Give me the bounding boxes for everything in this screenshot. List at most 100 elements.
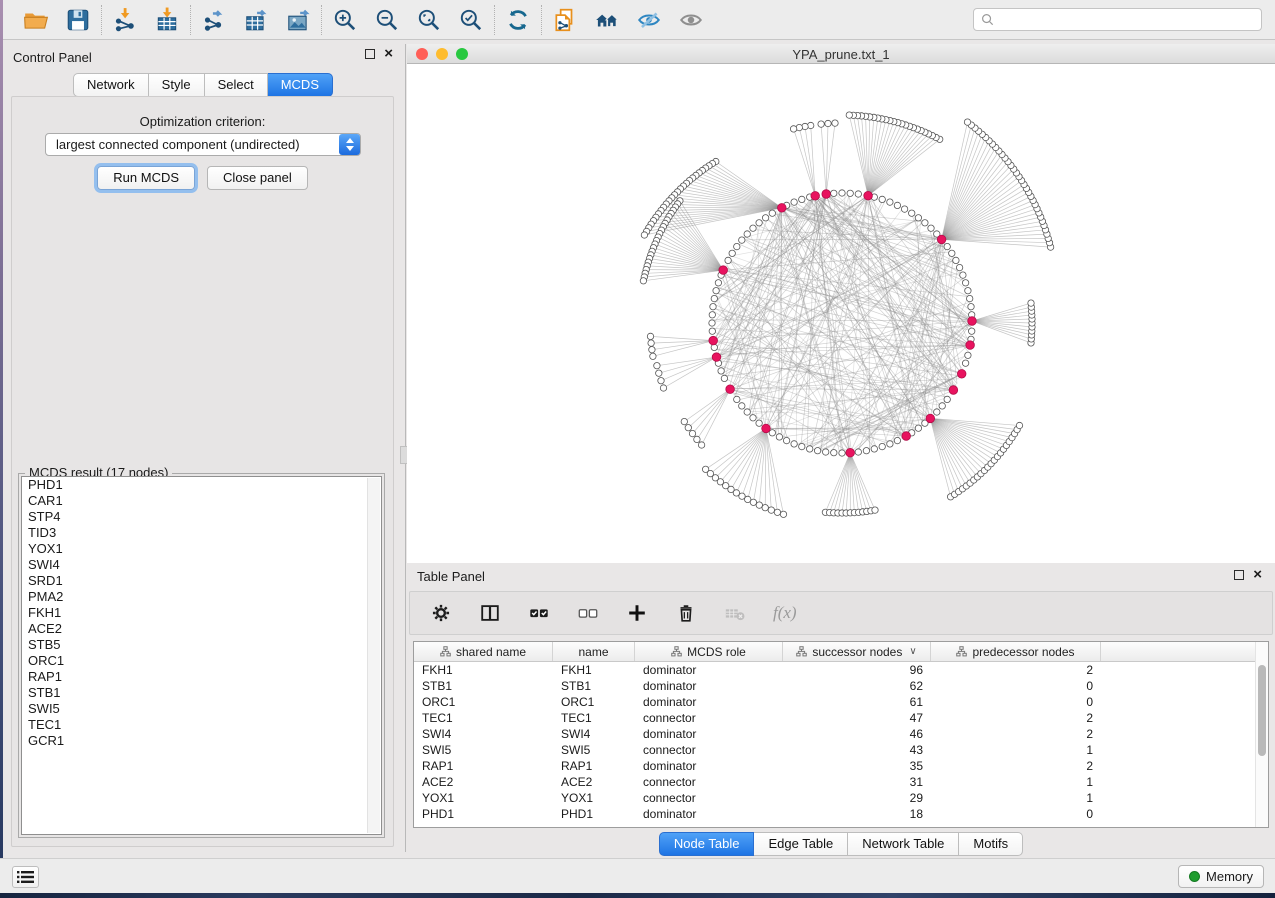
graph-node[interactable] xyxy=(944,396,950,402)
tab-node-table[interactable]: Node Table xyxy=(659,832,755,856)
table-cell[interactable]: 0 xyxy=(931,807,1101,821)
graph-hub-node[interactable] xyxy=(949,386,958,395)
mcds-list-item[interactable]: ACE2 xyxy=(22,621,381,637)
graph-node[interactable] xyxy=(791,441,797,447)
graph-leaf-node[interactable] xyxy=(774,509,780,515)
graph-node[interactable] xyxy=(799,443,805,449)
mcds-list-item[interactable]: GCR1 xyxy=(22,733,381,749)
tab-mcds[interactable]: MCDS xyxy=(268,73,333,97)
column-header[interactable]: name xyxy=(553,642,635,661)
tab-style[interactable]: Style xyxy=(149,73,205,97)
network-titlebar[interactable]: YPA_prune.txt_1 xyxy=(407,44,1275,64)
graph-node[interactable] xyxy=(939,403,945,409)
export-image-icon[interactable] xyxy=(285,7,311,33)
graph-node[interactable] xyxy=(711,295,717,301)
float-panel-icon[interactable] xyxy=(1234,570,1244,580)
graph-hub-node[interactable] xyxy=(846,448,855,457)
graph-node[interactable] xyxy=(847,190,853,196)
table-cell[interactable]: connector xyxy=(635,775,783,789)
table-cell[interactable]: PHD1 xyxy=(553,807,635,821)
table-cell[interactable]: 1 xyxy=(931,791,1101,805)
import-network-icon[interactable] xyxy=(112,7,138,33)
graph-leaf-node[interactable] xyxy=(768,507,774,513)
graph-node[interactable] xyxy=(949,250,955,256)
import-table-icon[interactable] xyxy=(154,7,180,33)
table-cell[interactable]: STB1 xyxy=(553,679,635,693)
graph-leaf-node[interactable] xyxy=(685,425,691,431)
select-all-icon[interactable] xyxy=(528,602,550,624)
table-cell[interactable]: YOX1 xyxy=(553,791,635,805)
tab-network[interactable]: Network xyxy=(73,73,149,97)
scrollbar-thumb[interactable] xyxy=(1258,665,1266,756)
mcds-list-item[interactable]: TEC1 xyxy=(22,717,381,733)
graph-node[interactable] xyxy=(915,425,921,431)
graph-node[interactable] xyxy=(715,280,721,286)
graph-leaf-node[interactable] xyxy=(654,363,660,369)
zoom-selected-icon[interactable] xyxy=(458,7,484,33)
table-cell[interactable]: ACE2 xyxy=(414,775,553,789)
graph-leaf-node[interactable] xyxy=(694,436,700,442)
mcds-list-item[interactable]: SWI4 xyxy=(22,557,381,573)
graph-leaf-node[interactable] xyxy=(660,385,666,391)
table-cell[interactable]: 29 xyxy=(783,791,931,805)
network-canvas[interactable] xyxy=(407,64,1275,563)
graph-leaf-node[interactable] xyxy=(641,232,647,238)
search-box[interactable] xyxy=(973,8,1262,31)
delete-column-trash-icon[interactable] xyxy=(675,602,697,624)
table-cell[interactable]: dominator xyxy=(635,679,783,693)
zoom-in-icon[interactable] xyxy=(332,7,358,33)
graph-node[interactable] xyxy=(956,264,962,270)
graph-node[interactable] xyxy=(894,437,900,443)
graph-node[interactable] xyxy=(709,328,715,334)
graph-leaf-node[interactable] xyxy=(648,340,654,346)
search-input[interactable] xyxy=(995,13,1261,27)
show-columns-icon[interactable] xyxy=(479,602,501,624)
graph-node[interactable] xyxy=(725,257,731,263)
tab-select[interactable]: Select xyxy=(205,73,268,97)
table-cell[interactable]: 61 xyxy=(783,695,931,709)
graph-leaf-node[interactable] xyxy=(832,120,838,126)
graph-node[interactable] xyxy=(879,196,885,202)
criterion-select[interactable]: largest connected component (undirected) xyxy=(45,133,361,156)
table-cell[interactable]: 35 xyxy=(783,759,931,773)
tab-edge-table[interactable]: Edge Table xyxy=(754,832,848,856)
graph-node[interactable] xyxy=(967,295,973,301)
graph-node[interactable] xyxy=(756,220,762,226)
close-panel-icon[interactable]: × xyxy=(384,49,393,59)
table-row[interactable]: ORC1ORC1dominator610 xyxy=(414,694,1255,710)
graph-leaf-node[interactable] xyxy=(1028,300,1034,306)
graph-leaf-node[interactable] xyxy=(825,120,831,126)
mcds-list-item[interactable]: PMA2 xyxy=(22,589,381,605)
graph-leaf-node[interactable] xyxy=(964,119,970,125)
graph-hub-node[interactable] xyxy=(811,192,820,201)
graph-node[interactable] xyxy=(934,409,940,415)
table-cell[interactable]: TEC1 xyxy=(414,711,553,725)
table-row[interactable]: STB1STB1dominator620 xyxy=(414,678,1255,694)
graph-node[interactable] xyxy=(944,243,950,249)
show-all-eye-icon[interactable] xyxy=(678,7,704,33)
table-cell[interactable]: RAP1 xyxy=(553,759,635,773)
table-cell[interactable]: PHD1 xyxy=(414,807,553,821)
graph-hub-node[interactable] xyxy=(864,191,873,200)
graph-node[interactable] xyxy=(915,215,921,221)
graph-leaf-node[interactable] xyxy=(689,430,695,436)
table-scrollbar[interactable] xyxy=(1255,642,1268,827)
close-panel-button[interactable]: Close panel xyxy=(207,166,308,190)
zoom-out-icon[interactable] xyxy=(374,7,400,33)
graph-node[interactable] xyxy=(734,243,740,249)
table-row[interactable]: YOX1YOX1connector291 xyxy=(414,790,1255,806)
graph-node[interactable] xyxy=(721,375,727,381)
zoom-fit-icon[interactable] xyxy=(416,7,442,33)
table-cell[interactable]: TEC1 xyxy=(553,711,635,725)
mcds-list-item[interactable]: SRD1 xyxy=(22,573,381,589)
column-header[interactable]: predecessor nodes xyxy=(931,642,1101,661)
mcds-list-item[interactable]: FKH1 xyxy=(22,605,381,621)
graph-node[interactable] xyxy=(783,437,789,443)
graph-leaf-node[interactable] xyxy=(780,511,786,517)
graph-node[interactable] xyxy=(739,403,745,409)
graph-leaf-node[interactable] xyxy=(698,442,704,448)
deselect-all-icon[interactable] xyxy=(577,602,599,624)
graph-leaf-node[interactable] xyxy=(750,499,756,505)
close-panel-icon[interactable]: × xyxy=(1253,570,1262,580)
table-cell[interactable]: 2 xyxy=(931,663,1101,677)
